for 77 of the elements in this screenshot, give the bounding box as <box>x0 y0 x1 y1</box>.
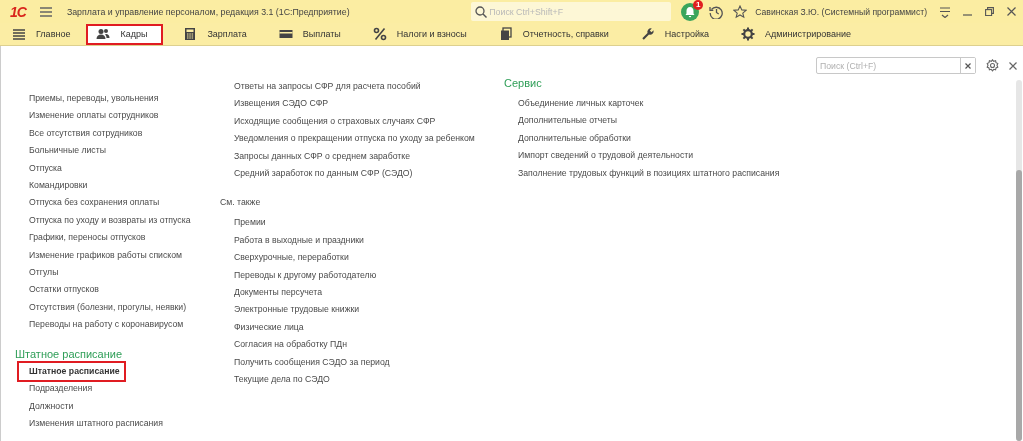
section-tab[interactable]: Главное <box>4 23 83 45</box>
close-icon[interactable] <box>1007 7 1016 16</box>
link-item[interactable]: Отгулы <box>15 264 59 282</box>
scrollbar[interactable] <box>1016 80 1022 441</box>
search-field[interactable]: Поиск Ctrl+Shift+F <box>471 2 672 21</box>
link-item[interactable]: Изменения штатного расписания <box>15 414 163 433</box>
link-item[interactable]: Запросы данных СФР о среднем заработке <box>220 147 410 166</box>
link-item[interactable]: Отпуска без сохранения оплаты <box>15 194 160 212</box>
link-item[interactable]: Приемы, переводы, увольнения <box>15 90 159 108</box>
restore-icon[interactable] <box>985 7 994 16</box>
star-icon[interactable] <box>733 4 748 19</box>
link-item[interactable]: Графики, переносы отпусков <box>15 229 146 247</box>
group-title: Сервис <box>504 76 542 91</box>
section-tab[interactable]: Выплаты <box>270 23 353 45</box>
calculator-icon <box>183 27 198 41</box>
people-icon <box>96 27 111 41</box>
link-item[interactable]: Изменение графиков работы списком <box>15 246 182 265</box>
menu-icon <box>12 27 26 41</box>
link-item[interactable]: Объединение личных карточек <box>504 95 644 113</box>
link-item[interactable]: Переводы к другому работодателю <box>220 266 377 285</box>
link-item[interactable]: Ответы на запросы СФР для расчета пособий <box>220 78 421 96</box>
menu-icon[interactable] <box>38 5 53 18</box>
link-item[interactable]: Извещения СЭДО СФР <box>220 95 329 113</box>
link-item[interactable]: Согласия на обработку ПДн <box>220 336 347 354</box>
search-field[interactable]: Поиск (Ctrl+F) <box>816 57 976 74</box>
link-item[interactable]: Средний заработок по данным СФР (СЭДО) <box>220 165 413 183</box>
link-item[interactable]: Физические лица <box>220 318 304 337</box>
wrench-icon <box>640 27 655 41</box>
link-item[interactable]: Дополнительные отчеты <box>504 112 618 130</box>
link-item[interactable]: Электронные трудовые книжки <box>220 301 360 319</box>
link-item[interactable]: Импорт сведений о трудовой деятельности <box>504 147 694 165</box>
link-item[interactable]: Переводы на работу с коронавирусом <box>15 316 184 334</box>
bell-icon[interactable] <box>681 2 700 21</box>
link-item[interactable]: Заполнение трудовых функций в позициях штатного расписания <box>504 164 780 183</box>
clear-icon <box>965 62 971 69</box>
percent-icon <box>372 27 387 41</box>
section-tab[interactable]: Администрирование <box>733 23 863 45</box>
link-item[interactable]: Документы персучета <box>220 284 323 302</box>
link-item[interactable]: Должности <box>15 397 74 415</box>
search-icon <box>475 5 488 18</box>
link-item[interactable]: Отпуска по уходу и возвраты из отпуска <box>15 211 191 230</box>
link-item[interactable]: Текущие дела по СЭДО <box>220 371 330 389</box>
link-item[interactable]: Больничные листы <box>15 142 106 160</box>
group-title: Штатное расписание <box>15 346 123 362</box>
link-item[interactable]: Уведомления о прекращении отпуска по уходу за ребенком <box>220 130 475 148</box>
settings-icon[interactable] <box>986 59 999 72</box>
app-logo: 1С <box>10 3 26 20</box>
link-item[interactable]: Штатное расписание <box>19 362 124 381</box>
menu-icon[interactable] <box>939 5 951 18</box>
section-tab[interactable]: Налоги и взносы <box>364 23 479 45</box>
card-icon <box>278 27 293 41</box>
link-item[interactable]: Командировки <box>15 177 88 195</box>
gear-icon <box>741 27 756 41</box>
link-item[interactable]: Получить сообщения СЭДО за период <box>220 353 390 372</box>
link-item[interactable]: Подразделения <box>15 380 93 398</box>
window-title: Зарплата и управление персоналом, редакция 3.1 (1С:Предприятие) <box>66 6 350 17</box>
section-tab[interactable]: Кадры <box>86 23 164 45</box>
link-item[interactable]: Остатки отпусков <box>15 281 99 299</box>
link-item[interactable]: Исходящие сообщения о страховых случаях СФР <box>220 112 436 131</box>
user-name[interactable]: Савинская З.Ю. (Системный программист) <box>755 6 927 17</box>
link-item[interactable]: Отсутствия (болезни, прогулы, неявки) <box>15 298 187 317</box>
link-item[interactable]: Отпуска <box>15 159 62 178</box>
close-icon[interactable] <box>1009 61 1017 70</box>
section-tab[interactable]: Настройка <box>632 23 722 45</box>
link-item[interactable]: Изменение оплаты сотрудников <box>15 107 159 125</box>
clear-button[interactable] <box>960 58 975 73</box>
link-item[interactable]: Сверхурочные, переработки <box>220 249 349 267</box>
link-item[interactable]: Премии <box>220 214 266 232</box>
link-item[interactable]: Работа в выходные и праздники <box>220 231 364 250</box>
link-item[interactable]: Все отсутствия сотрудников <box>15 124 143 143</box>
notification-badge: 1 <box>693 0 704 10</box>
documents-icon <box>498 27 513 41</box>
section-tab[interactable]: Зарплата <box>175 23 259 45</box>
group-title: См. также <box>220 196 261 210</box>
section-tab[interactable]: Отчетность, справки <box>490 23 621 45</box>
history-icon[interactable] <box>709 4 724 19</box>
link-item[interactable]: Дополнительные обработки <box>504 129 631 148</box>
